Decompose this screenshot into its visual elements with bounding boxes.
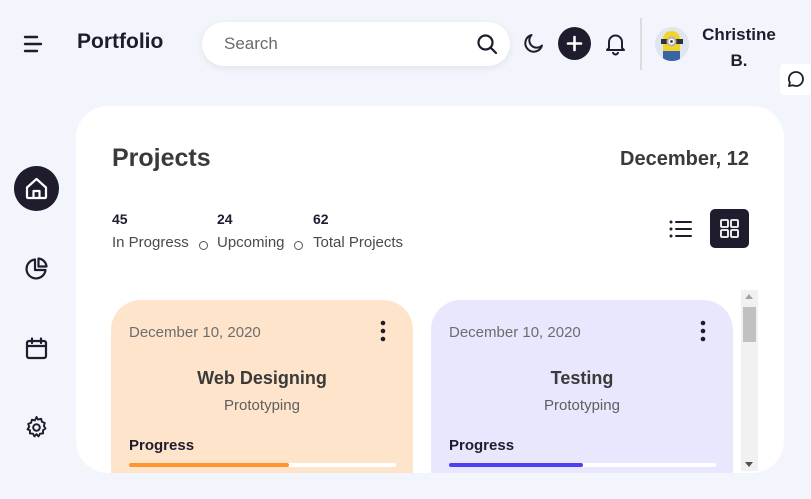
avatar[interactable] <box>655 27 689 61</box>
progress-fill <box>449 463 583 467</box>
user-name[interactable]: Christine B. <box>697 22 781 74</box>
home-icon <box>25 177 48 200</box>
settings-icon <box>26 416 47 438</box>
stat-label: In Progress <box>112 234 189 251</box>
project-card-web-designing[interactable]: December 10, 2020 Web Designing Prototyp… <box>111 300 413 473</box>
calendar-icon <box>25 337 48 360</box>
app-title: Portfolio <box>77 30 164 53</box>
list-icon <box>669 220 692 238</box>
bell-icon <box>606 34 625 56</box>
project-subtitle: Prototyping <box>544 397 620 414</box>
stat-value: 24 <box>217 211 233 227</box>
scroll-down-arrow-icon[interactable] <box>745 462 753 467</box>
more-options-button[interactable] <box>695 319 711 343</box>
stat-label: Upcoming <box>217 234 285 251</box>
sidebar-item-home[interactable] <box>14 166 59 211</box>
progress-label: Progress <box>129 437 195 454</box>
list-view-button[interactable] <box>666 217 696 241</box>
scrollbar[interactable] <box>741 290 758 471</box>
stat-separator <box>294 241 303 250</box>
scrollbar-thumb[interactable] <box>743 307 756 342</box>
project-date: December 10, 2020 <box>129 324 261 341</box>
project-title: Testing <box>550 368 614 388</box>
more-vertical-icon <box>380 320 386 342</box>
notifications-button[interactable] <box>603 31 628 56</box>
grid-view-button[interactable] <box>710 209 749 248</box>
sidebar-item-analytics[interactable] <box>14 246 59 291</box>
search-button[interactable] <box>476 33 498 55</box>
search-icon <box>477 34 498 55</box>
stat-separator <box>199 241 208 250</box>
stat-upcoming: 24 Upcoming <box>217 211 285 251</box>
progress-label: Progress <box>449 437 515 454</box>
stat-in-progress: 45 In Progress <box>112 211 189 251</box>
menu-icon <box>23 35 43 53</box>
more-options-button[interactable] <box>375 319 391 343</box>
avatar-image <box>655 27 689 61</box>
project-subtitle: Prototyping <box>224 397 300 414</box>
projects-panel: Projects December, 12 45 In Progress 24 … <box>76 106 784 473</box>
messages-button[interactable] <box>780 64 811 95</box>
stat-value: 45 <box>112 211 128 227</box>
grid-icon <box>720 219 739 238</box>
progress-bar <box>449 463 716 467</box>
sidebar-item-calendar[interactable] <box>14 326 59 371</box>
scroll-up-arrow-icon[interactable] <box>745 294 753 299</box>
stat-total-projects: 62 Total Projects <box>313 211 403 251</box>
stat-label: Total Projects <box>313 234 404 251</box>
sidebar-item-settings[interactable] <box>14 405 59 450</box>
progress-fill <box>129 463 290 467</box>
dark-mode-toggle[interactable] <box>522 31 546 55</box>
current-date: December, 12 <box>620 148 749 170</box>
project-title: Web Designing <box>197 368 327 388</box>
message-icon <box>788 71 804 87</box>
search-input[interactable] <box>224 32 464 56</box>
project-date: December 10, 2020 <box>449 324 581 341</box>
stat-value: 62 <box>313 211 329 227</box>
project-card-testing[interactable]: December 10, 2020 Testing Prototyping Pr… <box>431 300 733 473</box>
plus-icon <box>566 35 583 52</box>
pie-chart-icon <box>25 257 48 280</box>
page-title: Projects <box>112 144 211 172</box>
menu-button[interactable] <box>22 33 44 55</box>
search-bar <box>202 22 510 66</box>
more-vertical-icon <box>700 320 706 342</box>
moon-icon <box>524 34 543 53</box>
header-divider <box>640 18 642 70</box>
add-button[interactable] <box>558 27 591 60</box>
progress-bar <box>129 463 396 467</box>
